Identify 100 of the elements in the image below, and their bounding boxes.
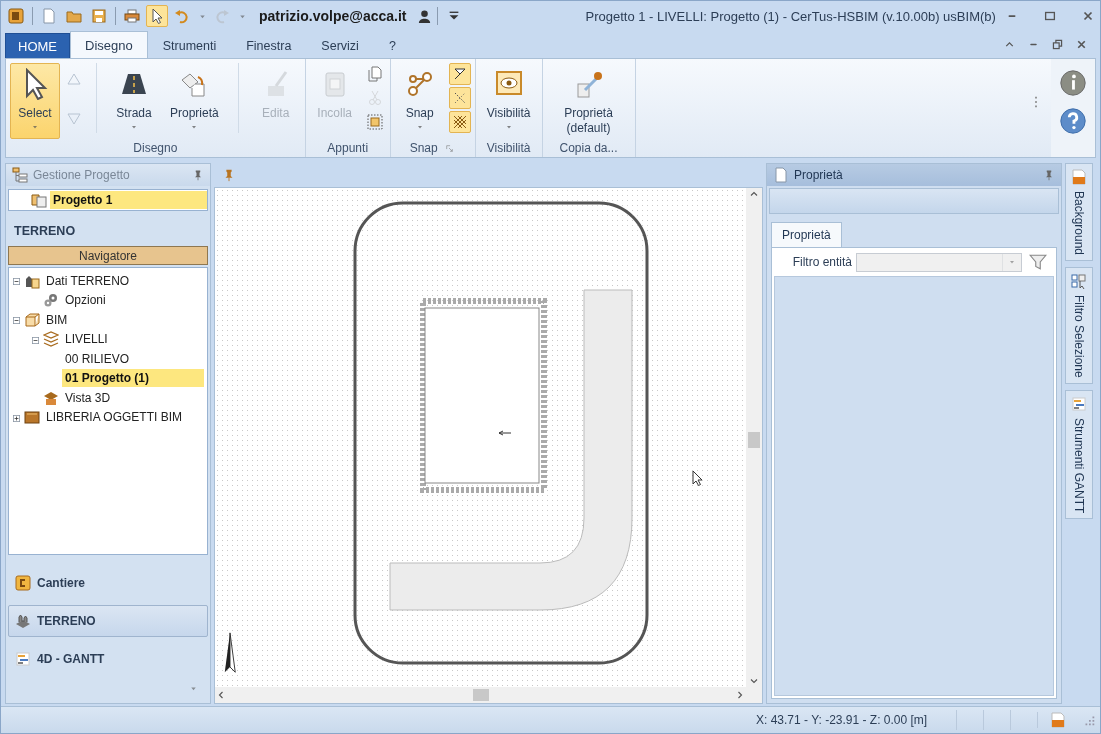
background-document-icon [1050, 712, 1066, 728]
module-button[interactable]: 4D - GANTT [8, 643, 208, 675]
section-title: TERRENO [13, 223, 77, 240]
project-folder-icon [31, 192, 47, 208]
printer-icon [124, 8, 140, 24]
user-icon [417, 8, 433, 24]
arrow-mark [498, 430, 512, 436]
gantt-icon [1071, 395, 1087, 412]
layers-icon [43, 331, 59, 348]
ribbon-tab[interactable]: Disegno [70, 31, 148, 58]
background-document-icon [1071, 169, 1087, 185]
tree-item[interactable]: Opzioni [62, 291, 204, 310]
3d-view-icon [43, 389, 59, 406]
panel-title: Proprietà [794, 168, 844, 182]
tree-item[interactable]: BIM [43, 310, 204, 329]
ribbon-tab[interactable]: Finestra [231, 33, 307, 58]
vertical-scrollbar[interactable] [746, 188, 762, 687]
hierarchy-icon [12, 167, 28, 183]
help-icon [1058, 106, 1088, 136]
caret-icon [415, 123, 424, 131]
group-label: Visibilità [486, 141, 531, 155]
ribbon-button[interactable]: Strada [109, 63, 159, 139]
tree-item[interactable]: LIVELLI [62, 330, 204, 349]
up-triangle-icon [66, 71, 82, 87]
panel-title: Gestione Progetto [33, 168, 131, 182]
info-button[interactable] [1057, 67, 1089, 99]
navigator-button[interactable]: Navigatore [8, 246, 208, 265]
ribbon-button[interactable]: Select [10, 63, 60, 139]
snap-endpoint-icon [451, 66, 468, 82]
help-button[interactable] [1057, 105, 1089, 137]
gears-icon [43, 292, 59, 309]
site-icon [15, 575, 31, 591]
tree-item[interactable]: 01 Progetto (1) [62, 369, 204, 388]
ribbon-button[interactable]: Proprietà [163, 63, 226, 139]
maximize-icon [1042, 9, 1057, 23]
tree-item[interactable]: Progetto 1 [50, 191, 207, 209]
folder-icon [66, 8, 82, 24]
ribbon-tab[interactable]: Servizi [306, 33, 374, 58]
ribbon-button[interactable]: Snap [394, 63, 445, 139]
north-arrow-icon [223, 631, 237, 675]
undo-icon [174, 8, 190, 24]
caret-icon [1008, 258, 1016, 266]
module-button[interactable]: Cantiere [8, 567, 208, 599]
ribbon-tab[interactable]: Strumenti [147, 33, 232, 58]
toolbar-button[interactable] [448, 63, 471, 85]
group-label: Copia da... [559, 141, 618, 155]
side-tab[interactable]: Background [1065, 163, 1093, 262]
wireframe-cube-icon [24, 311, 40, 328]
app-logo-icon [8, 8, 24, 24]
dialog-launcher-button[interactable] [443, 142, 456, 154]
group-label: Appunti [327, 141, 369, 155]
selection-filter-icon [1071, 273, 1087, 290]
snap-grid-icon [451, 114, 468, 130]
tree-item[interactable]: Dati TERRENO [43, 271, 204, 290]
ribbon-tab[interactable]: ? [373, 33, 411, 58]
group-label: Snap [409, 141, 438, 155]
down-triangle-icon [66, 111, 82, 127]
terrain-icon [15, 613, 31, 629]
horizontal-scrollbar[interactable] [215, 687, 746, 703]
scrollbar-thumb[interactable] [748, 432, 760, 448]
side-tab[interactable]: Filtro Selezione [1065, 267, 1093, 384]
caret-icon [130, 123, 138, 131]
field-label: Filtro entità [792, 255, 852, 269]
toolbar-button[interactable] [146, 5, 168, 27]
new-document-icon [773, 167, 789, 183]
paste-special-icon [366, 114, 383, 130]
caret-icon [31, 123, 39, 131]
module-button[interactable]: TERRENO [8, 605, 208, 637]
expander-toggle[interactable] [12, 315, 21, 325]
coordinates-text: X: 43.71 - Y: -23.91 - Z: 0.00 [m] [755, 713, 929, 727]
expander-toggle[interactable] [12, 276, 21, 286]
scissors-icon [366, 90, 383, 106]
user-name: patrizio.volpe@acca.it [259, 8, 407, 24]
filter-icon [1029, 253, 1047, 271]
toolbar-button[interactable] [5, 5, 27, 27]
caret-icon [504, 123, 513, 131]
new-document-icon [41, 8, 57, 24]
restore-icon [1050, 38, 1064, 51]
gantt-icon [15, 651, 31, 667]
app-menu-tab[interactable]: HOME [5, 33, 70, 58]
group-label: Disegno [133, 141, 178, 155]
caret-icon [190, 123, 199, 131]
scrollbar-thumb[interactable] [473, 689, 489, 701]
window-title: Progetto 1 - LIVELLI: Progetto (1) - CerTus-HSBIM (v.10.00b) usBIM(b) [584, 8, 996, 24]
save-icon [91, 8, 107, 24]
expander-toggle[interactable] [31, 334, 40, 344]
books-icon [24, 409, 40, 426]
copy-icon [366, 66, 383, 82]
ribbon-button[interactable]: Proprietà (default) [546, 63, 631, 139]
tree-item[interactable]: 00 RILIEVO [62, 349, 204, 368]
ribbon-button[interactable]: Visibilità [479, 63, 538, 139]
panel-tab[interactable]: Proprietà [771, 222, 842, 247]
expander-toggle[interactable] [12, 412, 21, 422]
tree-item[interactable]: Vista 3D [62, 388, 204, 407]
dialog-launcher-icon [445, 143, 455, 153]
tree-item[interactable]: LIBRERIA OGGETTI BIM [43, 408, 204, 427]
redo-icon [214, 8, 230, 24]
pointer-icon [149, 8, 165, 24]
info-icon [1058, 68, 1088, 98]
side-tab[interactable]: Strumenti GANTT [1065, 389, 1093, 520]
